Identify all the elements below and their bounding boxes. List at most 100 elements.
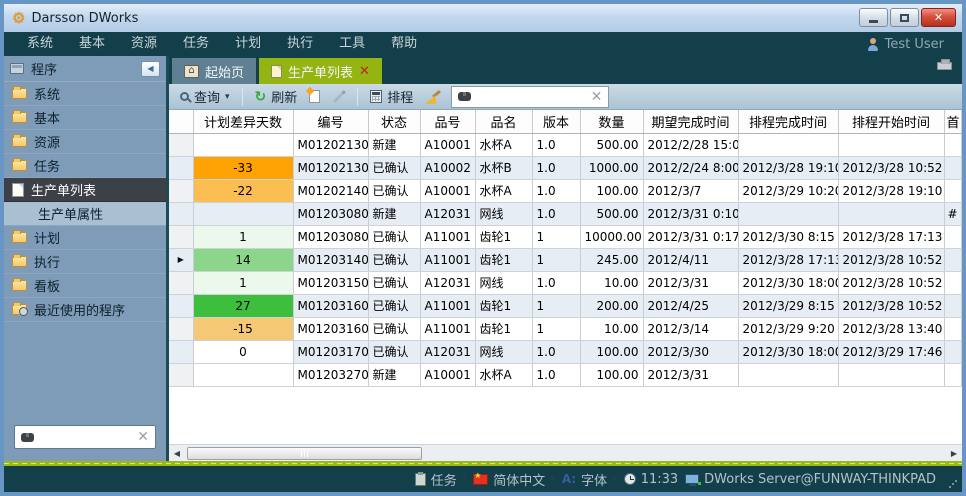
chevron-down-icon[interactable]: ▾ <box>225 92 230 102</box>
tab-production-order-list[interactable]: 生产单列表 ✕ <box>259 58 382 84</box>
cell-item_name: 水杯A <box>475 179 532 202</box>
sidebar-collapse-button[interactable]: ◀ <box>141 61 160 77</box>
new-button[interactable] <box>306 86 323 108</box>
sidebar-search-input[interactable] <box>40 430 131 444</box>
column-header-6[interactable]: 数量 <box>580 110 643 133</box>
language-dropdown[interactable]: 简体中文 ▾ <box>473 470 555 489</box>
sidebar-item-2[interactable]: 资源 <box>4 130 166 154</box>
cell-expected: 2012/3/31 0:17 <box>643 225 738 248</box>
cell-expected: 2012/4/25 <box>643 294 738 317</box>
language-label: 简体中文 <box>493 470 545 489</box>
tab-home[interactable]: ⌂ 起始页 <box>172 58 256 84</box>
sidebar-item-label: 执行 <box>34 252 60 271</box>
sidebar-item-4[interactable]: 生产单列表 <box>4 178 166 202</box>
sidebar-item-7[interactable]: 执行 <box>4 250 166 274</box>
schedule-button[interactable]: 排程 <box>367 86 416 108</box>
cell-item_no: A11001 <box>420 317 475 340</box>
column-header-10[interactable]: 首 <box>944 110 962 133</box>
cell-qty: 100.00 <box>580 340 643 363</box>
cell-status: 已确认 <box>368 294 420 317</box>
dock-panel-icon[interactable] <box>937 62 952 70</box>
menu-item-6[interactable]: 工具 <box>326 36 378 51</box>
sidebar-item-8[interactable]: 看板 <box>4 274 166 298</box>
cell-item_no: A10001 <box>420 133 475 156</box>
toolbar-search-clear-icon[interactable]: ✕ <box>591 90 603 104</box>
cell-sched_end: 2012/3/30 18:00 <box>738 340 838 363</box>
cell-expected: 2012/3/31 0:10 <box>643 202 738 225</box>
table-row[interactable]: M012021301新建A10001水杯A1.0500.002012/2/28 … <box>169 133 962 156</box>
sidebar-search-clear-icon[interactable]: ✕ <box>137 430 149 444</box>
user-area[interactable]: Test User <box>867 37 952 52</box>
sidebar-item-9[interactable]: 最近使用的程序 <box>4 298 166 322</box>
tab-close-icon[interactable]: ✕ <box>359 65 370 78</box>
minimize-button[interactable] <box>859 8 888 27</box>
cell-status: 已确认 <box>368 156 420 179</box>
broom-icon <box>425 90 440 104</box>
column-header-9[interactable]: 排程开始时间 <box>838 110 944 133</box>
menu-item-1[interactable]: 基本 <box>66 36 118 51</box>
horizontal-scrollbar[interactable]: ◀ ▶ <box>169 444 962 461</box>
scroll-left-icon[interactable]: ◀ <box>169 445 185 461</box>
document-icon <box>12 183 24 197</box>
cell-expected: 2012/3/7 <box>643 179 738 202</box>
table-row[interactable]: -33M012021302已确认A10002水杯B1.01000.002012/… <box>169 156 962 179</box>
clean-button[interactable] <box>422 86 443 108</box>
status-bar: 任务 ▾ 简体中文 ▾ A: 字体 ▾ 11:33 DWorks Server@… <box>4 466 962 492</box>
table-row[interactable]: 1M012030802已确认A11001齿轮1110000.002012/3/3… <box>169 225 962 248</box>
binoculars-icon <box>458 92 471 101</box>
query-button[interactable]: 查询 ▾ <box>177 86 233 108</box>
cell-expected: 2012/3/31 <box>643 271 738 294</box>
tab-home-label: 起始页 <box>205 62 244 81</box>
table-row[interactable]: M012030801新建A12031网线1.0500.002012/3/31 0… <box>169 202 962 225</box>
table-row[interactable]: 1M012031501已确认A12031网线1.010.002012/3/312… <box>169 271 962 294</box>
edit-button[interactable] <box>329 86 348 108</box>
sidebar-item-5[interactable]: 生产单属性 <box>4 202 166 226</box>
toolbar-search-input[interactable] <box>477 90 584 104</box>
column-header-4[interactable]: 品名 <box>475 110 532 133</box>
cell-sched_start <box>838 363 944 386</box>
sidebar-item-label: 基本 <box>34 108 60 127</box>
table-row[interactable]: -15M012031602已确认A11001齿轮1110.002012/3/14… <box>169 317 962 340</box>
folder-icon <box>12 136 27 147</box>
clock-area: 11:33 <box>624 472 678 487</box>
table-row[interactable]: ▶14M012031402已确认A11001齿轮11245.002012/4/1… <box>169 248 962 271</box>
cell-sched_start <box>838 202 944 225</box>
table-row[interactable]: -22M012021401已确认A10001水杯A1.0100.002012/3… <box>169 179 962 202</box>
cell-expected: 2012/3/30 <box>643 340 738 363</box>
column-header-3[interactable]: 品号 <box>420 110 475 133</box>
row-indicator-cell <box>169 317 193 340</box>
scroll-right-icon[interactable]: ▶ <box>946 445 962 461</box>
cell-item_no: A12031 <box>420 202 475 225</box>
cell-item_name: 水杯B <box>475 156 532 179</box>
menu-item-4[interactable]: 计划 <box>222 36 274 51</box>
cell-item_name: 水杯A <box>475 363 532 386</box>
sidebar-item-1[interactable]: 基本 <box>4 106 166 130</box>
sidebar-item-6[interactable]: 计划 <box>4 226 166 250</box>
column-header-7[interactable]: 期望完成时间 <box>643 110 738 133</box>
scrollbar-thumb[interactable] <box>187 447 422 460</box>
cell-diff: 27 <box>193 294 293 317</box>
task-dropdown[interactable]: 任务 ▾ <box>415 470 467 489</box>
resize-grip[interactable] <box>948 479 957 488</box>
close-button[interactable]: ✕ <box>921 8 956 27</box>
column-header-5[interactable]: 版本 <box>532 110 580 133</box>
menu-item-0[interactable]: 系统 <box>14 36 66 51</box>
font-dropdown[interactable]: A: 字体 ▾ <box>562 470 617 489</box>
column-header-8[interactable]: 排程完成时间 <box>738 110 838 133</box>
refresh-button[interactable]: ↻ 刷新 <box>252 86 301 108</box>
maximize-button[interactable] <box>890 8 919 27</box>
sidebar-item-0[interactable]: 系统 <box>4 82 166 106</box>
menu-item-3[interactable]: 任务 <box>170 36 222 51</box>
menu-item-7[interactable]: 帮助 <box>378 36 430 51</box>
table-row[interactable]: 27M012031601已确认A11001齿轮11200.002012/4/25… <box>169 294 962 317</box>
column-header-1[interactable]: 编号 <box>293 110 368 133</box>
column-header-0[interactable]: 计划差异天数 <box>193 110 293 133</box>
cell-sched_start: 2012/3/28 10:52 <box>838 294 944 317</box>
table-row[interactable]: 0M012031701已确认A12031网线1.0100.002012/3/30… <box>169 340 962 363</box>
menu-item-2[interactable]: 资源 <box>118 36 170 51</box>
column-header-2[interactable]: 状态 <box>368 110 420 133</box>
menu-item-5[interactable]: 执行 <box>274 36 326 51</box>
sidebar-item-3[interactable]: 任务 <box>4 154 166 178</box>
program-icon <box>10 63 24 74</box>
table-row[interactable]: M012032701新建A10001水杯A1.0100.002012/3/31 <box>169 363 962 386</box>
